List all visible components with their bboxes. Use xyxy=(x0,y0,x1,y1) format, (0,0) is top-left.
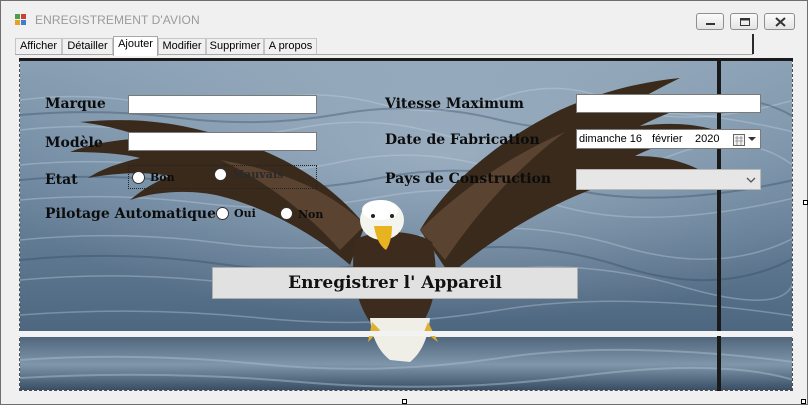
panel-top-border xyxy=(19,58,793,61)
date-month: février xyxy=(652,133,683,145)
pays-label: Pays de Construction xyxy=(385,171,552,187)
maximize-button[interactable] xyxy=(730,13,758,30)
date-year: 2020 xyxy=(695,133,720,145)
etat-mauvais-radio[interactable] xyxy=(214,168,227,181)
etat-label: Etat xyxy=(45,172,78,188)
resize-handle-right[interactable] xyxy=(803,200,808,205)
pilotage-label: Pilotage Automatique xyxy=(45,206,217,222)
chevron-down-icon[interactable] xyxy=(746,132,758,146)
date-day: dimanche 16 xyxy=(579,133,642,145)
tab-detailler[interactable]: Détailler xyxy=(62,38,113,55)
chevron-down-icon[interactable] xyxy=(745,174,757,186)
pilotage-non-label[interactable]: Non xyxy=(298,208,323,221)
tab-modifier[interactable]: Modifier xyxy=(158,38,206,55)
pilotage-oui-label[interactable]: Oui xyxy=(234,207,256,220)
panel-separator xyxy=(19,331,793,336)
title-bar[interactable]: ENREGISTREMENT D'AVION xyxy=(1,1,807,34)
tab-page-edge xyxy=(752,34,754,54)
tab-ajouter[interactable]: Ajouter xyxy=(113,36,158,56)
pilotage-non-radio[interactable] xyxy=(280,207,293,220)
date-label: Date de Fabrication xyxy=(385,132,540,148)
etat-bon-radio[interactable] xyxy=(132,171,145,184)
window-title: ENREGISTREMENT D'AVION xyxy=(35,13,200,27)
minimize-button[interactable] xyxy=(696,13,724,30)
vitesse-label: Vitesse Maximum xyxy=(385,96,524,112)
app-window: ENREGISTREMENT D'AVION Afficher Détaille… xyxy=(0,0,808,405)
pilotage-oui-radio[interactable] xyxy=(216,207,229,220)
tab-a-propos[interactable]: A propos xyxy=(264,38,317,55)
modele-input[interactable] xyxy=(128,132,317,151)
marque-label: Marque xyxy=(45,96,106,112)
close-button[interactable] xyxy=(764,13,795,30)
tab-afficher[interactable]: Afficher xyxy=(15,38,62,55)
etat-mauvais-label[interactable]: Mauvais xyxy=(232,168,283,181)
close-icon xyxy=(775,17,786,27)
pays-combobox[interactable] xyxy=(576,169,761,190)
maximize-icon xyxy=(740,18,750,26)
date-fabrication-picker[interactable]: dimanche 16 février 2020 xyxy=(576,129,761,149)
etat-bon-label[interactable]: Bon xyxy=(150,171,175,184)
calendar-icon[interactable] xyxy=(733,132,745,146)
tab-supprimer[interactable]: Supprimer xyxy=(206,38,264,55)
resize-handle-corner[interactable] xyxy=(801,399,806,404)
resize-handle-bottom[interactable] xyxy=(402,399,407,404)
vitesse-input[interactable] xyxy=(576,94,761,113)
marque-input[interactable] xyxy=(128,95,317,114)
minimize-icon xyxy=(706,23,715,25)
windows-forms-icon xyxy=(15,14,29,26)
modele-label: Modèle xyxy=(45,135,103,151)
enregistrer-button[interactable]: Enregistrer l' Appareil xyxy=(212,267,578,299)
